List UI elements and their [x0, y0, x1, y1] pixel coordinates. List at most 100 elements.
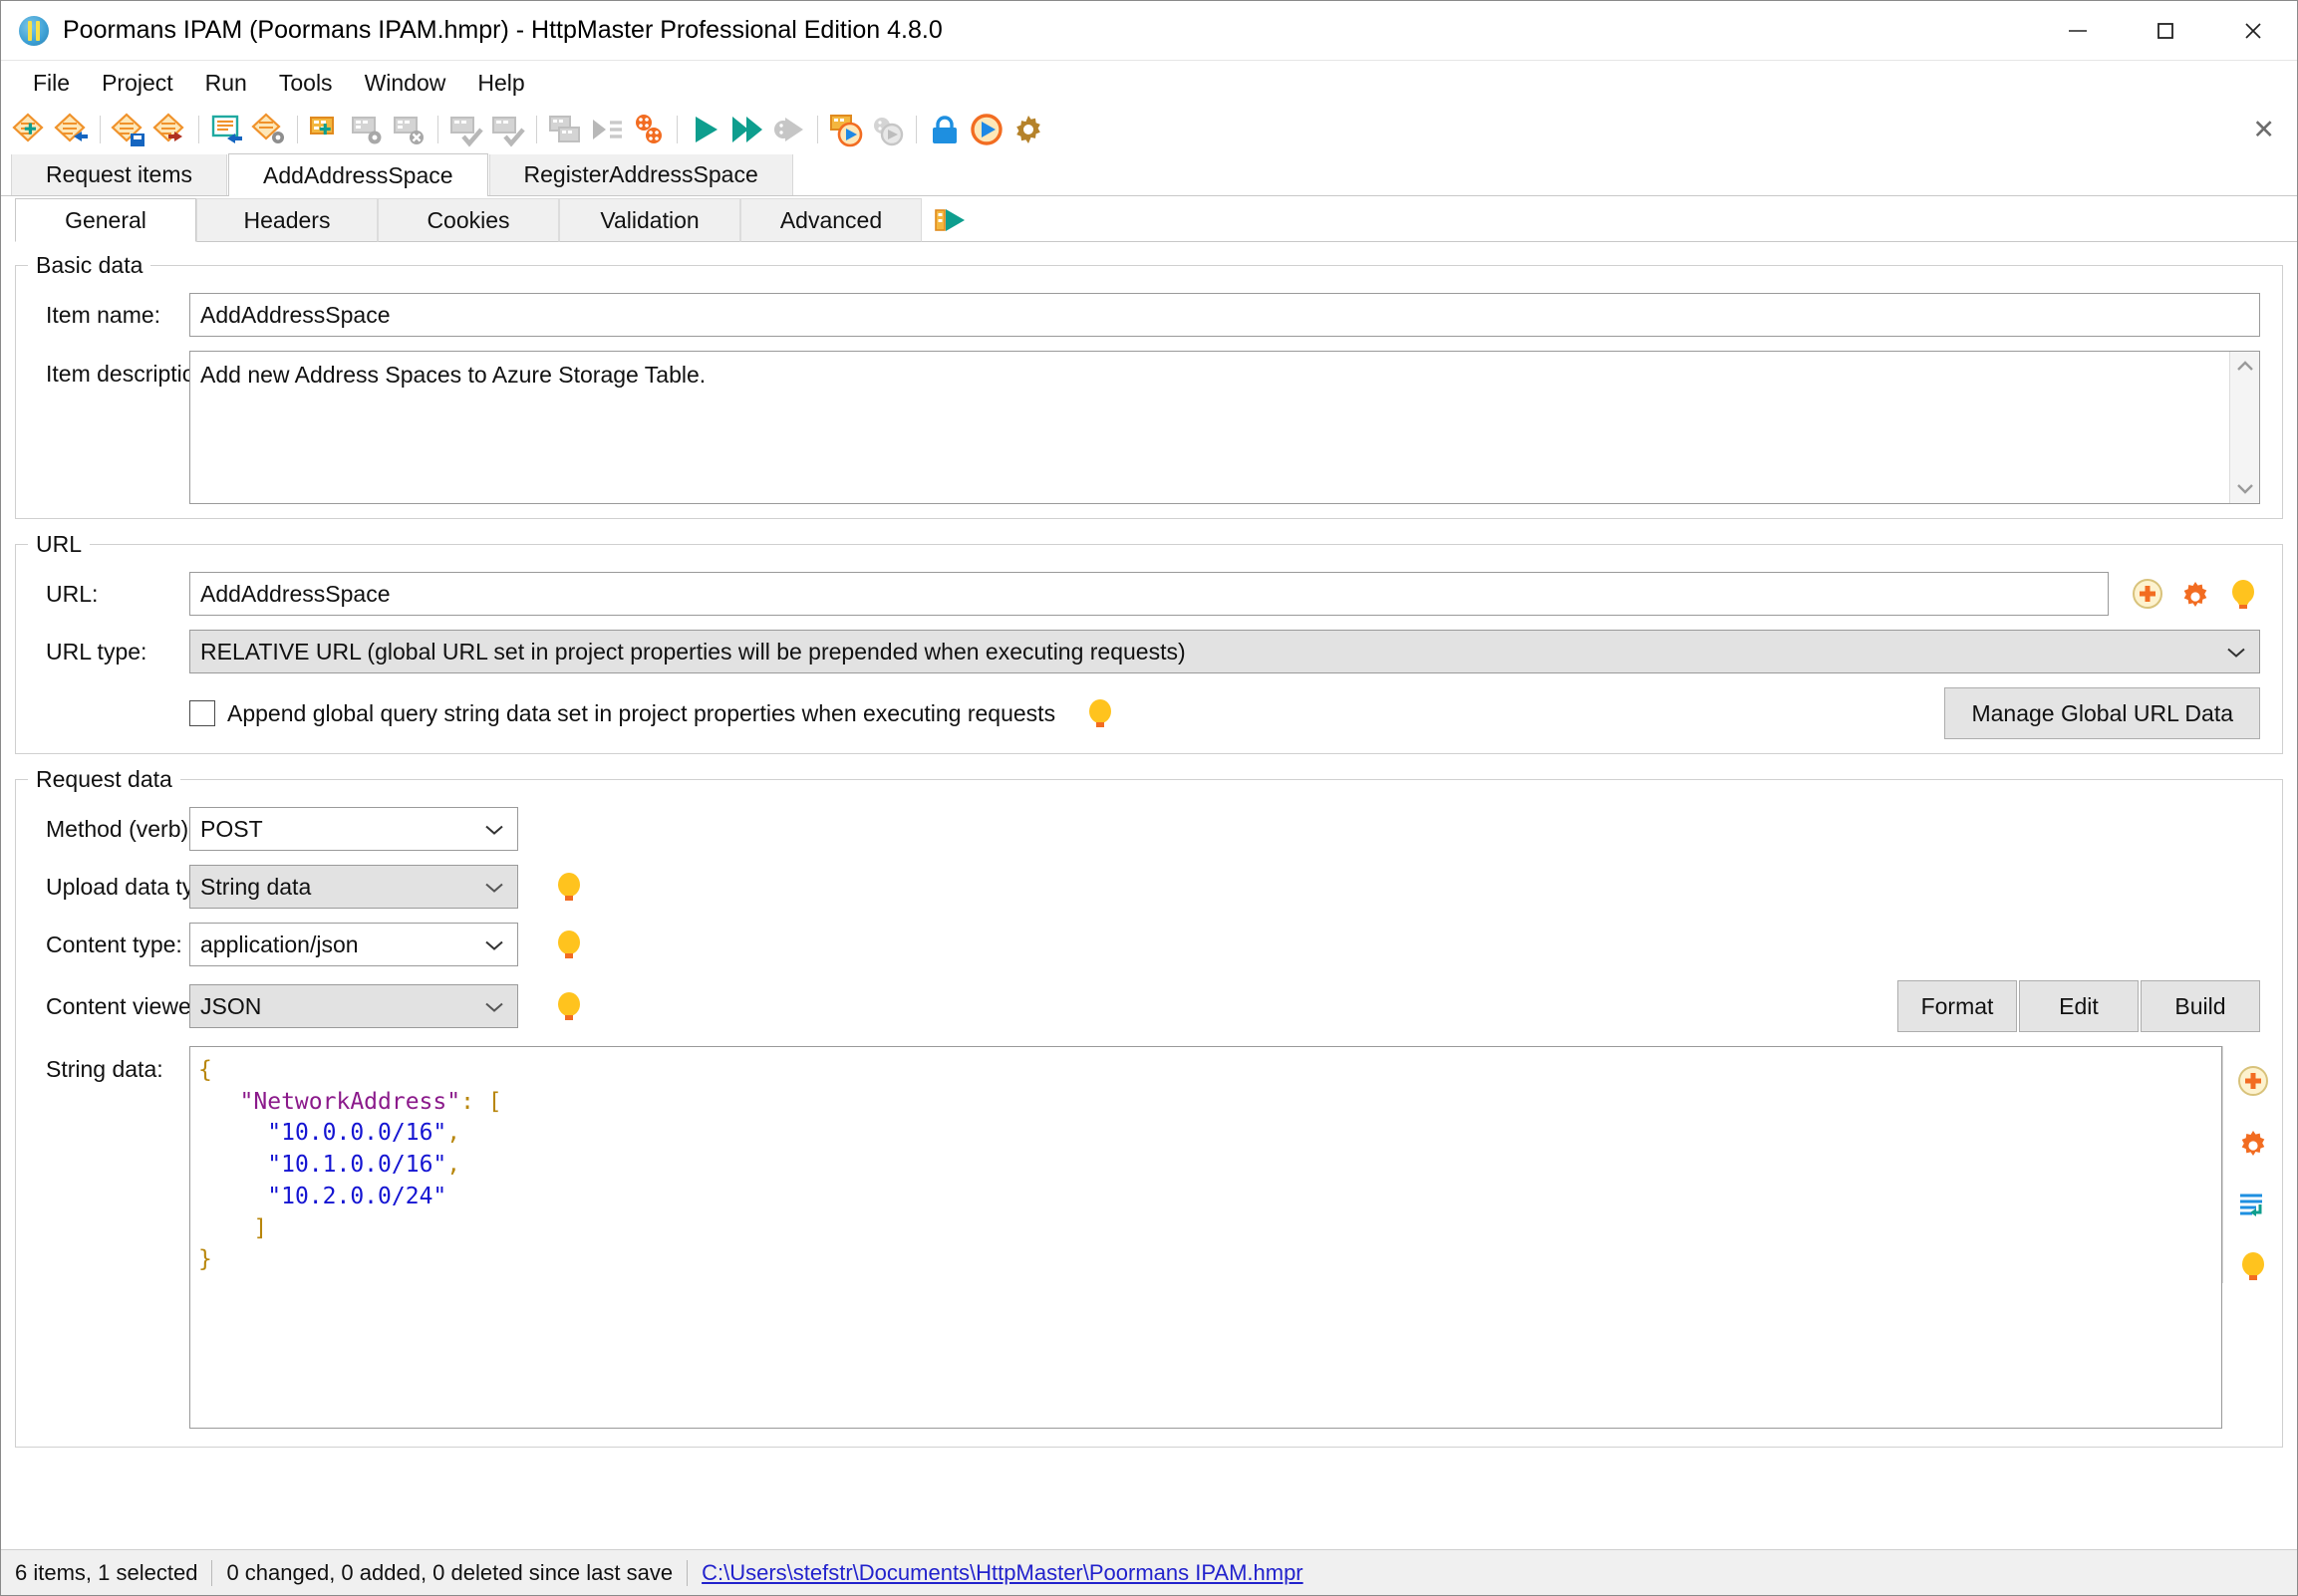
content-type-select[interactable]: application/json [189, 923, 518, 966]
append-checkbox-group[interactable]: Append global query string data set in p… [189, 700, 1055, 727]
toolbar-separator [297, 116, 298, 143]
menu-help[interactable]: Help [461, 66, 540, 101]
tab-general[interactable]: General [15, 198, 196, 242]
request-item-tabs: Request items AddAddressSpace RegisterAd… [1, 153, 2297, 196]
upload-type-label: Upload data type: [46, 873, 226, 900]
editor-settings-gear-icon[interactable] [2236, 1126, 2270, 1160]
method-label: Method (verb): [46, 815, 195, 842]
edit-button[interactable]: Edit [2019, 980, 2139, 1032]
content-viewer-select[interactable]: JSON [189, 984, 518, 1028]
menu-project[interactable]: Project [86, 66, 189, 101]
table-check-icon[interactable] [448, 112, 484, 147]
string-data-hint-bulb-icon[interactable] [2236, 1249, 2270, 1283]
tab-cookies[interactable]: Cookies [378, 198, 559, 242]
format-button[interactable]: Format [1897, 980, 2017, 1032]
string-data-editor[interactable]: { "NetworkAddress": [ "10.0.0.0/16", "10… [189, 1046, 2222, 1429]
chevron-down-icon [483, 874, 505, 901]
run-list-icon[interactable] [589, 112, 625, 147]
url-input[interactable] [189, 572, 2109, 616]
content-type-hint-bulb-icon[interactable] [552, 928, 586, 961]
tab-addaddressspace[interactable]: AddAddressSpace [228, 153, 488, 196]
minimize-button[interactable] [2034, 1, 2122, 60]
basic-data-group: Basic data Item name: Item description: … [15, 252, 2283, 519]
build-button[interactable]: Build [2141, 980, 2260, 1032]
item-description-textarea[interactable]: Add new Address Spaces to Azure Storage … [189, 351, 2260, 504]
upload-type-hint-bulb-icon[interactable] [552, 870, 586, 904]
toolbar-separator [536, 116, 537, 143]
execute-request-tab-icon[interactable] [922, 198, 980, 242]
export-request-item-icon[interactable] [152, 112, 188, 147]
lock-project-icon[interactable] [927, 112, 963, 147]
url-hint-bulb-icon[interactable] [2226, 577, 2260, 611]
menu-window[interactable]: Window [349, 66, 462, 101]
options-icon[interactable] [1010, 112, 1046, 147]
new-request-item-icon[interactable] [12, 112, 48, 147]
json-value-2: "10.2.0.0/24" [267, 1183, 447, 1209]
method-select[interactable]: POST [189, 807, 518, 851]
chevron-down-icon [483, 816, 505, 843]
add-data-item-icon[interactable] [2236, 1064, 2270, 1098]
httpmaster-logo-icon [19, 15, 49, 46]
menu-run[interactable]: Run [189, 66, 263, 101]
run-monitor-icon[interactable] [969, 112, 1005, 147]
tab-headers[interactable]: Headers [196, 198, 378, 242]
toolbar: ✕ [1, 105, 2297, 154]
open-request-item-icon[interactable] [54, 112, 90, 147]
append-global-checkbox[interactable] [189, 700, 215, 726]
upload-type-value: String data [200, 873, 312, 900]
toolbar-separator [817, 116, 818, 143]
close-toolbar-button[interactable]: ✕ [2252, 117, 2275, 143]
tab-registeraddressspace[interactable]: RegisterAddressSpace [488, 153, 793, 195]
content-viewer-hint-bulb-icon[interactable] [552, 989, 586, 1023]
chevron-down-icon [483, 931, 505, 958]
url-group: URL URL: URL type: RELATIVE URL (global … [15, 531, 2283, 754]
append-hint-bulb-icon[interactable] [1083, 696, 1117, 730]
table-delete-icon[interactable] [392, 112, 428, 147]
table-settings-icon[interactable] [350, 112, 386, 147]
execute-with-data-disabled-icon [870, 112, 906, 147]
save-request-item-icon[interactable] [111, 112, 146, 147]
tab-request-items[interactable]: Request items [11, 153, 228, 195]
detail-tabs: General Headers Cookies Validation Advan… [1, 196, 2297, 242]
batch-run-icon[interactable] [631, 112, 667, 147]
item-name-row: Item name: [16, 293, 2282, 337]
tab-advanced[interactable]: Advanced [740, 198, 922, 242]
execute-request-icon[interactable] [688, 112, 723, 147]
execute-with-data-icon[interactable] [828, 112, 864, 147]
add-url-data-icon[interactable] [2131, 577, 2164, 611]
upload-type-row: Upload data type: String data [16, 865, 2282, 909]
menu-bar: File Project Run Tools Window Help [1, 61, 2297, 105]
menu-tools[interactable]: Tools [263, 66, 349, 101]
add-table-row-icon[interactable] [308, 112, 344, 147]
method-row: Method (verb): POST [16, 807, 2282, 851]
url-row: URL: [16, 572, 2282, 616]
table-copy-icon[interactable] [547, 112, 583, 147]
json-content[interactable]: { "NetworkAddress": [ "10.0.0.0/16", "10… [190, 1047, 2221, 1428]
toolbar-separator [198, 116, 199, 143]
url-settings-gear-icon[interactable] [2178, 577, 2212, 611]
upload-data-type-select[interactable]: String data [189, 865, 518, 909]
content-viewer-value: JSON [200, 992, 262, 1019]
window-title: Poormans IPAM (Poormans IPAM.hmpr) - Htt… [63, 16, 943, 44]
string-data-row: String data: { "NetworkAddress": [ "10.0… [16, 1046, 2282, 1429]
word-wrap-icon[interactable] [2236, 1188, 2270, 1221]
toolbar-separator [100, 116, 101, 143]
url-type-select[interactable]: RELATIVE URL (global URL set in project … [189, 630, 2260, 673]
content-viewer-label: Content viewer: [46, 992, 205, 1019]
manage-global-url-data-button[interactable]: Manage Global URL Data [1944, 687, 2260, 739]
table-check-all-icon[interactable] [490, 112, 526, 147]
method-value: POST [200, 815, 263, 842]
description-scrollbar[interactable] [2229, 352, 2259, 503]
tab-validation[interactable]: Validation [559, 198, 740, 242]
maximize-button[interactable] [2122, 1, 2209, 60]
menu-file[interactable]: File [17, 66, 86, 101]
duplicate-item-icon[interactable] [209, 112, 245, 147]
execute-all-requests-icon[interactable] [729, 112, 765, 147]
url-type-value: RELATIVE URL (global URL set in project … [200, 638, 1186, 665]
status-file-path-link[interactable]: C:\Users\stefstr\Documents\HttpMaster\Po… [688, 1560, 1317, 1586]
toolbar-separator [677, 116, 678, 143]
item-name-input[interactable] [189, 293, 2260, 337]
close-button[interactable] [2209, 1, 2297, 60]
item-settings-icon[interactable] [251, 112, 287, 147]
tabs-filler [980, 198, 2297, 242]
